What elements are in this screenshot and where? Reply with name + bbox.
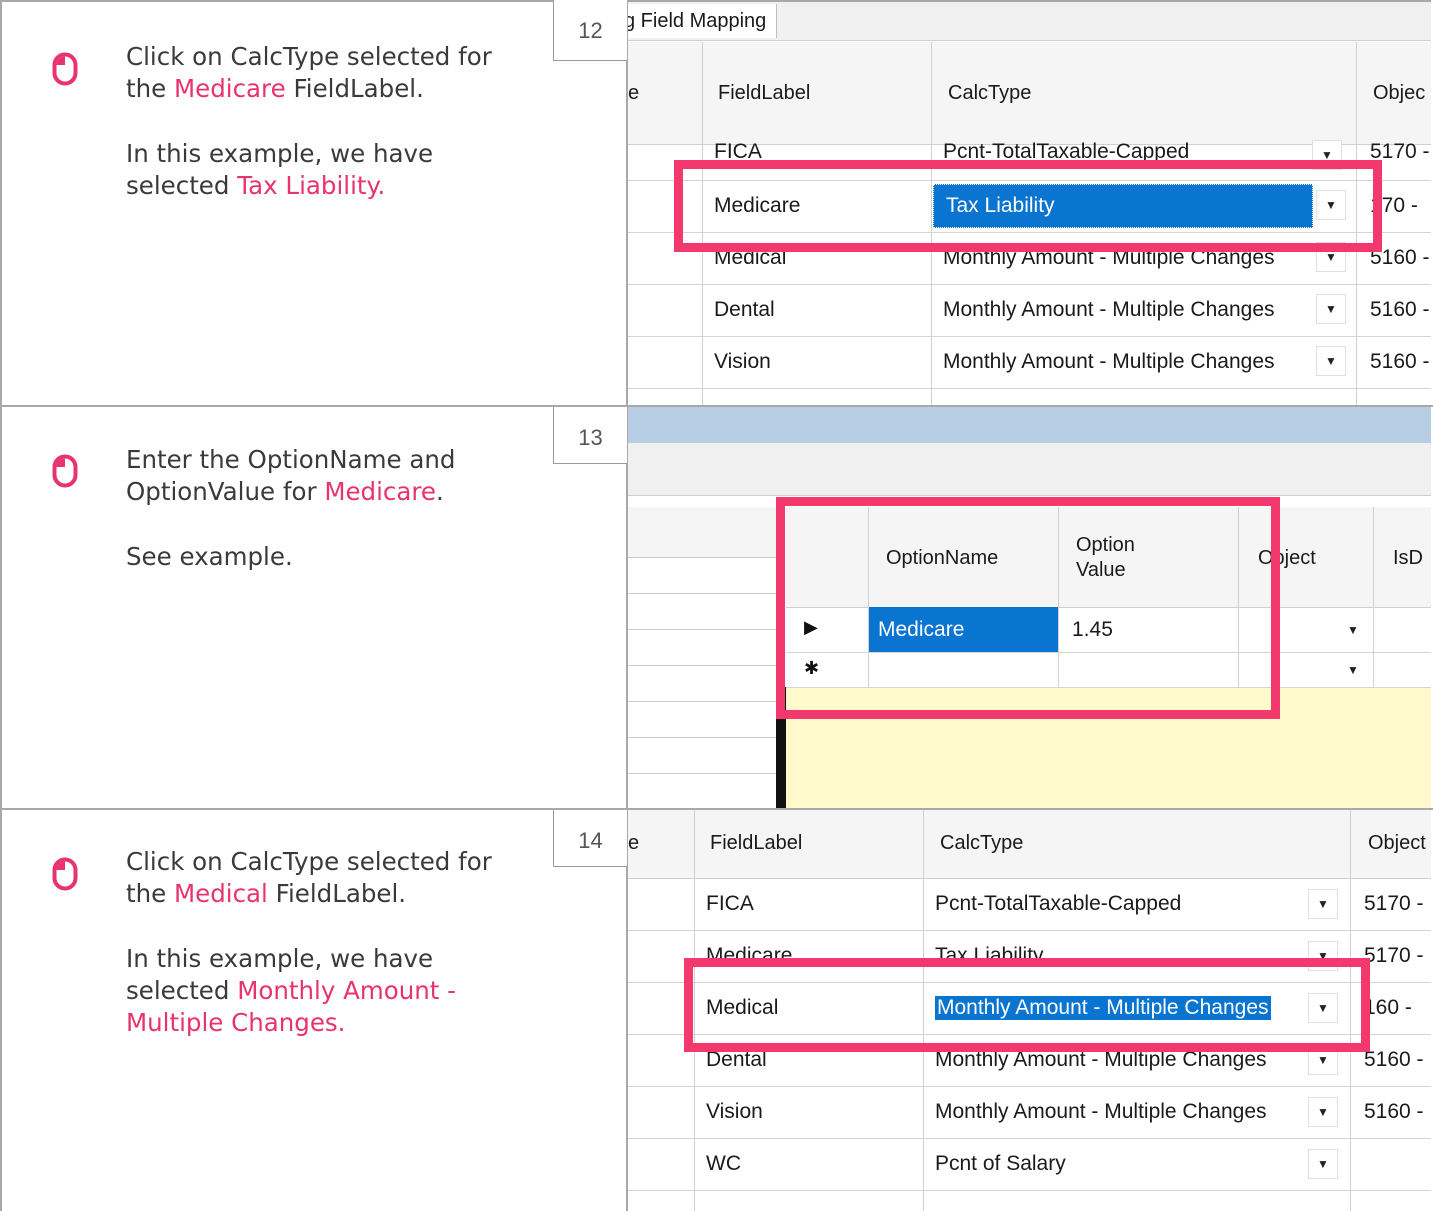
mouse-icon <box>52 52 78 86</box>
table-row[interactable]: Dental Monthly Amount - Multiple Changes… <box>628 284 1431 337</box>
column-header-fieldlabel[interactable]: FieldLabel <box>718 82 810 105</box>
chevron-down-icon[interactable]: ▼ <box>1316 346 1346 376</box>
column-header-fieldlabel[interactable]: FieldLabel <box>710 832 802 855</box>
step-number: 13 <box>553 407 627 464</box>
instruction-text: FieldLabel. <box>285 74 424 103</box>
column-header-object[interactable]: Objec <box>1373 82 1425 105</box>
chevron-down-icon[interactable]: ▼ <box>1308 1149 1338 1179</box>
instruction-text: selected <box>126 976 238 1005</box>
chevron-down-icon[interactable]: ▼ <box>1338 655 1368 685</box>
step-14: Click on CalcType selected for the Medic… <box>0 810 1433 1211</box>
cell-fieldlabel: Vision <box>706 1100 763 1123</box>
column-header-object[interactable]: Object <box>1368 832 1426 855</box>
header-band <box>628 407 1431 443</box>
chevron-down-icon[interactable]: ▼ <box>1308 889 1338 919</box>
step-13: Enter the OptionName and OptionValue for… <box>0 407 1433 808</box>
instruction-text: Click on CalcType selected for <box>126 847 492 876</box>
value-highlight: Multiple Changes. <box>126 1008 346 1037</box>
tab-field-mapping[interactable]: g Field Mapping <box>628 4 778 38</box>
cell-calctype[interactable]: Monthly Amount - Multiple Changes <box>923 1086 1267 1138</box>
cell-calctype[interactable]: Pcnt of Salary <box>923 1138 1066 1190</box>
field-highlight: Medical <box>174 879 268 908</box>
instruction-text: In this example, we have <box>126 139 434 168</box>
highlight-box <box>684 958 1370 1052</box>
table-row-partial <box>628 1190 1431 1211</box>
screenshot-grid-13: OptionName Option Value Object IsD ▶ Med… <box>628 407 1431 808</box>
screenshot-grid-12: g Field Mapping e FieldLabel CalcType Ob… <box>628 2 1431 405</box>
cell-fieldlabel: Vision <box>714 350 771 373</box>
field-highlight: Medicare <box>324 477 436 506</box>
table-row[interactable]: FICA Pcnt-TotalTaxable-Capped ▼ 5170 - <box>628 878 1431 931</box>
background-grid <box>628 507 778 808</box>
cell-object <box>1352 1138 1364 1190</box>
instruction-text: the <box>126 74 174 103</box>
mouse-icon <box>52 454 78 488</box>
cell-calctype[interactable]: Pcnt-TotalTaxable-Capped <box>923 878 1181 930</box>
cell-object: 5160 - <box>1370 298 1430 321</box>
column-header-calctype[interactable]: CalcType <box>948 82 1031 105</box>
toolbar-area <box>628 443 1431 496</box>
instruction-text: OptionValue for <box>126 477 325 506</box>
chevron-down-icon[interactable]: ▼ <box>1308 1097 1338 1127</box>
mouse-icon <box>52 857 78 891</box>
cell-object: 5160 - <box>1364 1100 1424 1123</box>
instruction-text: . <box>435 477 444 506</box>
step-number: 14 <box>553 810 627 867</box>
table-row[interactable]: Vision Monthly Amount - Multiple Changes… <box>628 336 1431 389</box>
instruction-text: See example. <box>126 542 293 571</box>
field-highlight: Medicare <box>174 74 286 103</box>
step-instructions: Click on CalcType selected for the Medic… <box>126 41 546 235</box>
cell-fieldlabel: WC <box>706 1152 741 1175</box>
cell-calctype[interactable]: Monthly Amount - Multiple Changes <box>931 336 1275 388</box>
instruction-text: In this example, we have <box>126 944 434 973</box>
column-header-stub: e <box>628 832 640 854</box>
step-12: Click on CalcType selected for the Medic… <box>0 0 1433 405</box>
chevron-down-icon[interactable]: ▼ <box>1316 294 1346 324</box>
step-instructions: Click on CalcType selected for the Medic… <box>126 846 546 1072</box>
cell-fieldlabel: FICA <box>706 892 754 915</box>
column-header-isdefault[interactable]: IsD <box>1393 547 1423 570</box>
step-number: 12 <box>553 0 627 61</box>
value-highlight: Tax Liability. <box>237 171 386 200</box>
chevron-down-icon[interactable]: ▼ <box>1338 615 1368 645</box>
step-instructions: Enter the OptionName and OptionValue for… <box>126 444 546 606</box>
cell-object: 5170 - <box>1364 892 1424 915</box>
instruction-text: Click on CalcType selected for <box>126 42 492 71</box>
instruction-text: FieldLabel. <box>267 879 407 908</box>
cell-calctype[interactable]: Monthly Amount - Multiple Changes <box>931 284 1275 336</box>
column-header-stub: e <box>628 82 640 104</box>
cell-object: 5160 - <box>1370 350 1430 373</box>
table-row[interactable]: WC Pcnt of Salary ▼ <box>628 1138 1431 1191</box>
cell-fieldlabel: Dental <box>714 298 775 321</box>
instruction-text: selected <box>126 171 238 200</box>
highlight-box <box>776 497 1280 719</box>
screenshot-grid-14: e FieldLabel CalcType Object FICA Pcnt-T… <box>628 810 1431 1211</box>
column-header-calctype[interactable]: CalcType <box>940 832 1023 855</box>
instruction-text: Enter the OptionName and <box>126 445 456 474</box>
highlight-box <box>674 160 1382 252</box>
value-highlight: Monthly Amount - <box>237 976 457 1005</box>
instruction-text: the <box>126 879 174 908</box>
table-row[interactable]: Vision Monthly Amount - Multiple Changes… <box>628 1086 1431 1139</box>
